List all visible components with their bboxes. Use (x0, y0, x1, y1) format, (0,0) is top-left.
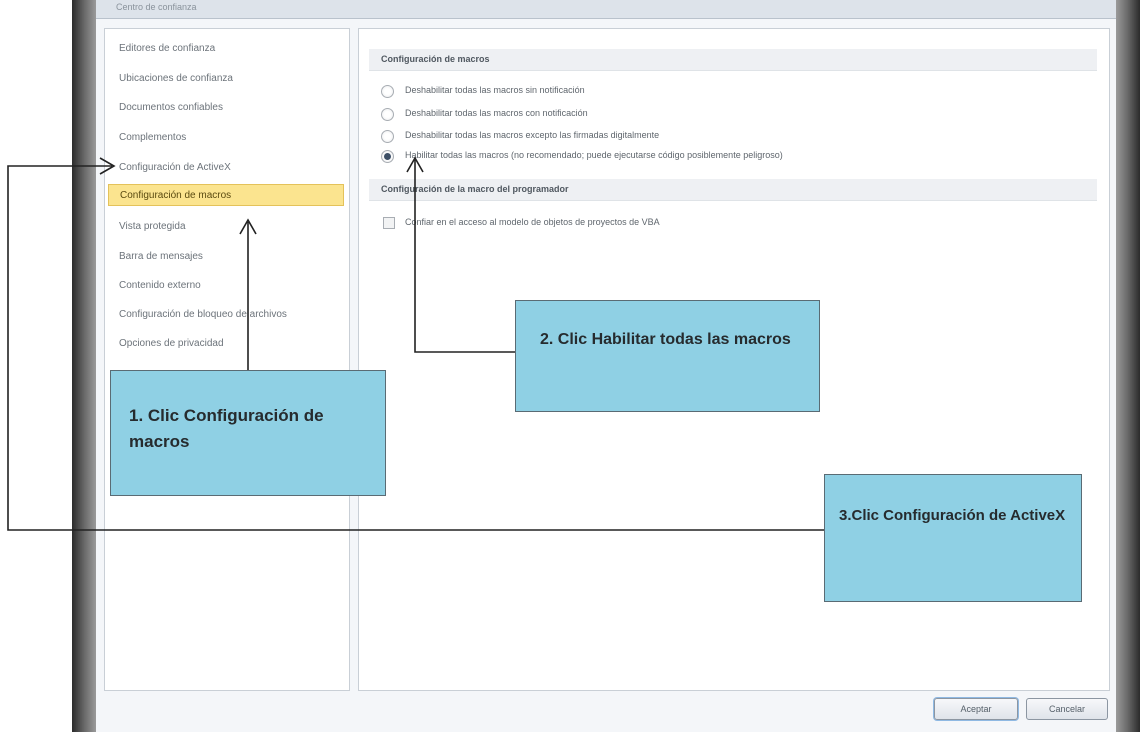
dialog-titlebar: Centro de confianza (96, 0, 1116, 19)
nav-item-macro-settings[interactable]: Configuración de macros (108, 184, 344, 206)
dialog-title: Centro de confianza (116, 2, 197, 12)
nav-panel: Editores de confianza Ubicaciones de con… (104, 28, 350, 691)
nav-item-trusted-publishers[interactable]: Editores de confianza (119, 43, 215, 54)
nav-item-file-block-settings[interactable]: Configuración de bloqueo de archivos (119, 309, 287, 320)
macro-option-disable-with-notification[interactable]: Deshabilitar todas las macros con notifi… (381, 108, 588, 122)
radio-icon[interactable] (381, 108, 394, 121)
window-frame-left (72, 0, 96, 732)
cancel-button[interactable]: Cancelar (1026, 698, 1108, 720)
macro-settings-heading: Configuración de macros (369, 49, 1097, 71)
checkbox-icon[interactable] (383, 217, 395, 229)
vba-trust-checkbox-row[interactable]: Confiar en el acceso al modelo de objeto… (383, 217, 660, 231)
nav-item-privacy-options[interactable]: Opciones de privacidad (119, 338, 224, 349)
nav-item-trusted-documents[interactable]: Documentos confiables (119, 102, 223, 113)
nav-item-activex-settings[interactable]: Configuración de ActiveX (119, 162, 231, 173)
nav-item-external-content[interactable]: Contenido externo (119, 280, 201, 291)
radio-selected-icon[interactable] (381, 150, 394, 163)
radio-icon[interactable] (381, 85, 394, 98)
radio-icon[interactable] (381, 130, 394, 143)
macro-option-label: Deshabilitar todas las macros sin notifi… (405, 85, 585, 95)
vba-trust-label: Confiar en el acceso al modelo de objeto… (405, 217, 660, 227)
developer-macro-heading: Configuración de la macro del programado… (369, 179, 1097, 201)
macro-option-label: Deshabilitar todas las macros excepto la… (405, 130, 660, 140)
callout-step3: 3.Clic Configuración de ActiveX (824, 474, 1082, 602)
nav-item-trusted-locations[interactable]: Ubicaciones de confianza (119, 73, 233, 84)
accept-button[interactable]: Aceptar (934, 698, 1018, 720)
macro-option-label: Deshabilitar todas las macros con notifi… (405, 108, 588, 118)
nav-item-message-bar[interactable]: Barra de mensajes (119, 251, 203, 262)
macro-option-disable-no-notification[interactable]: Deshabilitar todas las macros sin notifi… (381, 85, 585, 99)
nav-item-protected-view[interactable]: Vista protegida (119, 221, 186, 232)
nav-item-add-ins[interactable]: Complementos (119, 132, 186, 143)
window-frame-right (1116, 0, 1140, 732)
macro-option-disable-except-signed[interactable]: Deshabilitar todas las macros excepto la… (381, 130, 660, 144)
macro-option-enable-all[interactable]: Habilitar todas las macros (no recomenda… (381, 150, 783, 164)
macro-option-label: Habilitar todas las macros (no recomenda… (405, 150, 783, 160)
callout-step1: 1. Clic Configuración de macros (110, 370, 386, 496)
callout-step2: 2. Clic Habilitar todas las macros (515, 300, 820, 412)
